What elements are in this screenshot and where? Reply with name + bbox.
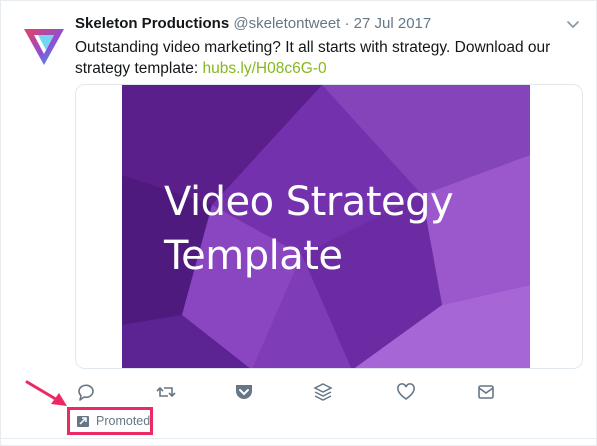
tweet-header: Skeleton Productions @skeletontweet · 27… [75,14,431,34]
author-handle[interactable]: @skeletontweet [233,15,340,32]
buffer-icon[interactable] [312,381,334,403]
reply-icon[interactable] [75,381,97,403]
promoted-label: Promoted [96,414,151,428]
tweet-date[interactable]: 27 Jul 2017 [354,15,432,32]
annotation-arrow-icon [25,380,67,406]
media-image[interactable]: Video Strategy Template [75,84,583,369]
retweet-icon[interactable] [155,381,177,403]
pocket-icon[interactable] [233,381,255,403]
media-title-line-1: Video Strategy [164,179,454,225]
divider [1,438,596,439]
promoted-badge[interactable]: Promoted [67,407,153,435]
avatar-logo[interactable] [21,23,67,69]
chevron-down-icon[interactable] [563,17,583,33]
tweet-actions [1,381,597,403]
header-separator: · [344,15,350,32]
tweet-card[interactable]: Skeleton Productions @skeletontweet · 27… [0,0,597,446]
media-title: Video Strategy Template [164,175,454,283]
author-name[interactable]: Skeleton Productions [75,15,229,32]
tweet-link[interactable]: hubs.ly/H08c6G-0 [203,60,327,77]
tweet-text: Outstanding video marketing? It all star… [75,37,575,79]
media-title-line-2: Template [164,233,343,279]
like-icon[interactable] [395,381,417,403]
promoted-arrow-icon [77,416,89,427]
direct-message-icon[interactable] [475,381,497,403]
